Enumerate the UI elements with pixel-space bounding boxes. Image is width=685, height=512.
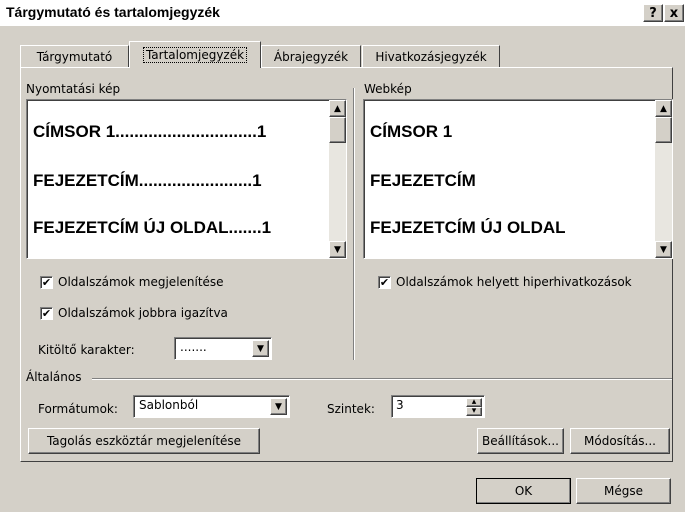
outline-toolbar-button[interactable]: Tagolás eszköztár megjelenítése	[28, 428, 260, 454]
dropdown-arrow-icon[interactable]: ▼	[270, 398, 287, 415]
levels-value: 3	[396, 398, 404, 412]
vertical-scrollbar[interactable]: ▲ ▼	[655, 100, 672, 258]
formats-value: Sablonból	[139, 398, 199, 412]
preview-line: FEJEZETCÍM ÚJ OLDAL.......1	[33, 218, 272, 237]
preview-line: FEJEZETCÍM ÚJ OLDAL	[370, 218, 566, 237]
scroll-thumb[interactable]	[655, 117, 672, 143]
tab-label: Tárgymutató	[36, 49, 113, 64]
print-preview-box[interactable]: CÍMSOR 1..............................1 …	[26, 99, 347, 259]
tab-table-of-figures[interactable]: Ábrajegyzék	[261, 45, 361, 67]
preview-line: CÍMSOR 1..............................1	[33, 122, 267, 141]
tab-leader-value: .......	[180, 340, 207, 354]
scroll-thumb[interactable]	[329, 117, 346, 143]
tab-leader-label: Kitöltő karakter:	[38, 343, 135, 357]
scroll-up-arrow-icon[interactable]: ▲	[329, 100, 346, 117]
preview-line: FEJEZETCÍM........................1	[33, 171, 262, 190]
help-button[interactable]: ?	[643, 4, 663, 22]
vertical-separator	[353, 88, 355, 360]
tab-index[interactable]: Tárgymutató	[20, 45, 129, 67]
tab-leader-select[interactable]: ....... ▼	[174, 337, 272, 360]
general-group-label: Általános	[26, 370, 82, 384]
title-bar: Tárgymutató és tartalomjegyzék ? x	[0, 0, 685, 26]
settings-button[interactable]: Beállítások...	[477, 428, 564, 454]
levels-spinner[interactable]: 3 ▴ ▾	[391, 395, 485, 418]
close-button[interactable]: x	[664, 4, 684, 22]
tab-table-of-authorities[interactable]: Hivatkozásjegyzék	[362, 45, 500, 67]
cancel-button[interactable]: Mégse	[576, 478, 671, 504]
hyperlinks-checkbox[interactable]: ✔	[378, 276, 391, 289]
window-title: Tárgymutató és tartalomjegyzék	[6, 4, 220, 20]
web-preview-box[interactable]: CÍMSOR 1 FEJEZETCÍM FEJEZETCÍM ÚJ OLDAL …	[363, 99, 673, 259]
formats-select[interactable]: Sablonból ▼	[133, 395, 290, 418]
levels-label: Szintek:	[327, 402, 375, 416]
show-page-numbers-checkbox[interactable]: ✔	[40, 276, 53, 289]
vertical-scrollbar[interactable]: ▲ ▼	[329, 100, 346, 258]
print-preview-label: Nyomtatási kép	[26, 82, 121, 96]
preview-line: CÍMSOR 1	[370, 122, 453, 141]
tab-label: Tartalomjegyzék	[142, 47, 248, 63]
right-align-label: Oldalszámok jobbra igazítva	[58, 306, 228, 320]
group-divider	[92, 378, 672, 380]
tab-label: Ábrajegyzék	[273, 49, 349, 64]
spin-down-arrow-icon[interactable]: ▾	[466, 407, 482, 416]
tab-label: Hivatkozásjegyzék	[375, 49, 487, 64]
hyperlinks-label: Oldalszámok helyett hiperhivatkozások	[396, 275, 632, 289]
ok-button[interactable]: OK	[476, 478, 571, 504]
preview-line: FEJEZETCÍM	[370, 171, 476, 190]
tab-table-of-contents[interactable]: Tartalomjegyzék	[129, 41, 261, 68]
formats-label: Formátumok:	[38, 402, 118, 416]
scroll-up-arrow-icon[interactable]: ▲	[655, 100, 672, 117]
web-preview-label: Webkép	[364, 82, 412, 96]
modify-button[interactable]: Módosítás...	[570, 428, 670, 454]
scroll-down-arrow-icon[interactable]: ▼	[655, 241, 672, 258]
show-page-numbers-label: Oldalszámok megjelenítése	[58, 275, 224, 289]
scroll-down-arrow-icon[interactable]: ▼	[329, 241, 346, 258]
dropdown-arrow-icon[interactable]: ▼	[252, 340, 269, 357]
right-align-checkbox[interactable]: ✔	[40, 307, 53, 320]
